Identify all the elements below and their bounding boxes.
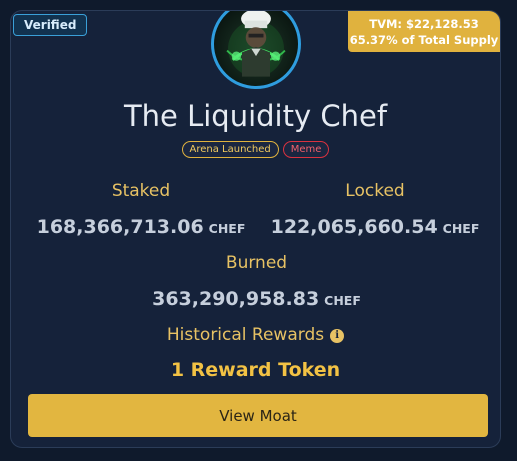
chef-avatar-icon: [226, 11, 286, 77]
tag-list: Arena Launched Meme: [11, 141, 500, 158]
burned-unit: CHEF: [324, 293, 361, 308]
verified-badge: Verified: [13, 14, 88, 36]
locked-label: Locked: [345, 181, 405, 201]
reward-token-count: 1 Reward Token: [170, 359, 341, 381]
arena-launched-tag: Arena Launched: [181, 141, 279, 158]
tvm-supply-percent: 65.37% of Total Supply: [349, 33, 499, 47]
historical-rewards-label: Historical Rewards i: [11, 325, 500, 345]
info-icon[interactable]: i: [330, 329, 345, 343]
burned-label: Burned: [225, 253, 288, 273]
locked-value: 122,065,660.54 CHEF: [265, 216, 485, 238]
tvm-badge: TVM: $22,128.53 65.37% of Total Supply: [348, 11, 500, 52]
locked-unit: CHEF: [442, 221, 480, 236]
tvm-value: TVM: $22,128.53: [369, 17, 479, 31]
historical-rewards-text: Historical Rewards: [166, 325, 325, 345]
token-title: The Liquidity Chef: [123, 99, 388, 133]
meme-tag: Meme: [282, 141, 330, 158]
burned-amount: 363,290,958.83: [152, 288, 320, 310]
staked-amount: 168,366,713.06: [36, 216, 204, 238]
staked-unit: CHEF: [208, 221, 246, 236]
burned-value: 363,290,958.83 CHEF: [11, 288, 500, 310]
staked-label: Staked: [111, 181, 171, 201]
view-moat-button[interactable]: View Moat: [28, 394, 488, 437]
staked-value: 168,366,713.06 CHEF: [31, 216, 251, 238]
token-card: Verified TVM: $22,128.53 65.37% of Total…: [10, 10, 501, 448]
chef-avatar: [211, 11, 301, 89]
locked-amount: 122,065,660.54: [270, 216, 438, 238]
